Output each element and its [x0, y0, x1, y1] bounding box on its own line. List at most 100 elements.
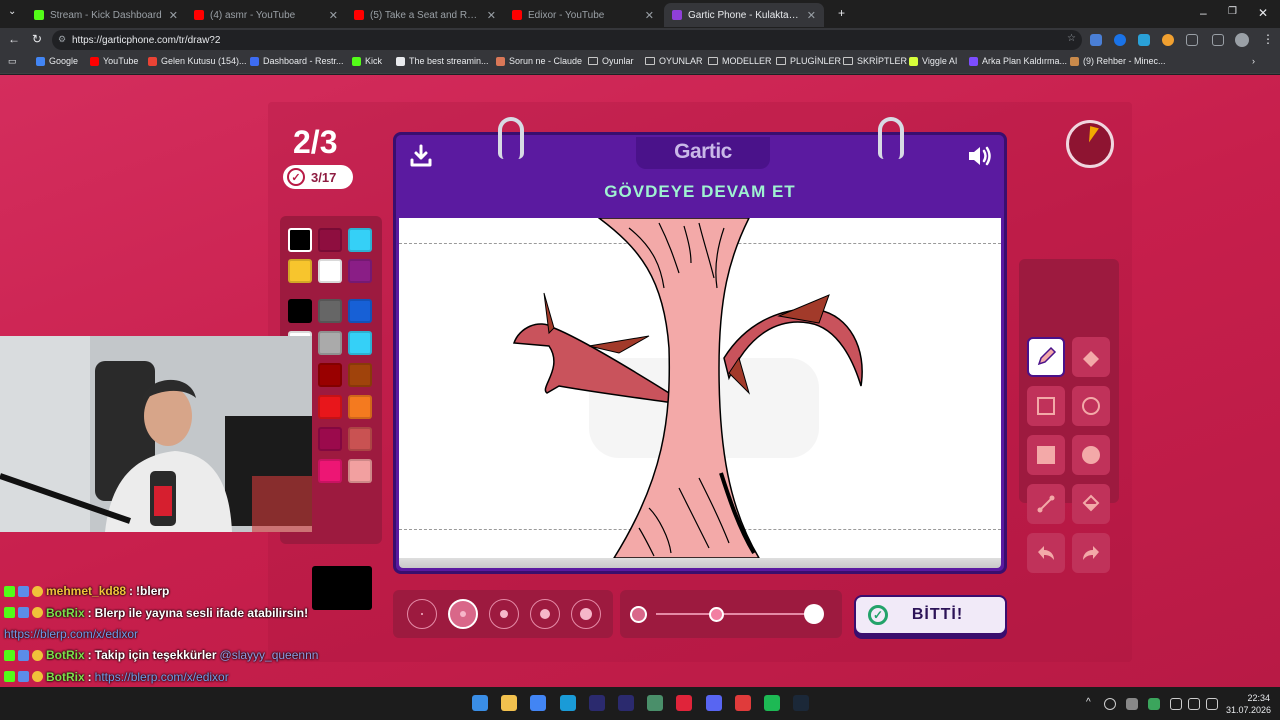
bucket-tool-button[interactable]: [1072, 484, 1110, 524]
back-button[interactable]: ←: [8, 32, 20, 46]
opera-icon[interactable]: [676, 695, 693, 711]
circle-fill-tool-button[interactable]: [1072, 435, 1110, 475]
color-swatch[interactable]: [318, 228, 342, 252]
color-swatch[interactable]: [288, 228, 312, 252]
chat-username[interactable]: BotRix: [46, 648, 85, 662]
circle-outline-tool-button[interactable]: [1072, 386, 1110, 426]
obs-icon[interactable]: [734, 695, 751, 711]
system-clock[interactable]: 22:34 31.07.2026: [1226, 692, 1271, 716]
bookmark-item[interactable]: Kick: [352, 56, 382, 66]
browser-tab[interactable]: Edixor - YouTube ✕: [504, 3, 662, 27]
bookmark-item[interactable]: The best streamin...: [396, 56, 489, 66]
extension-icon[interactable]: [1162, 34, 1174, 46]
eraser-tool-button[interactable]: [1072, 337, 1110, 377]
color-swatch[interactable]: [288, 299, 312, 323]
opacity-track[interactable]: [656, 613, 806, 615]
bookmark-folder[interactable]: OYUNLAR: [645, 56, 703, 66]
url-input[interactable]: ⚙ https://garticphone.com/tr/draw?2 ☆: [52, 30, 1082, 50]
color-swatch[interactable]: [348, 331, 372, 355]
reload-button[interactable]: ↻: [32, 32, 42, 46]
settings-app-icon[interactable]: [647, 695, 664, 711]
browser-tab[interactable]: (5) Take a Seat and Relax | Angelo ✕: [346, 3, 504, 27]
brush-size-button[interactable]: [530, 599, 560, 629]
bookmark-item[interactable]: (9) Rehber - Minec...: [1070, 56, 1166, 66]
color-swatch[interactable]: [348, 427, 372, 451]
brush-size-button[interactable]: [407, 599, 437, 629]
side-panel-icon[interactable]: [1212, 34, 1224, 46]
steam-icon[interactable]: [793, 695, 810, 711]
color-swatch[interactable]: [288, 259, 312, 283]
bookmark-item[interactable]: YouTube: [90, 56, 138, 66]
headset-icon[interactable]: [1104, 698, 1116, 710]
chat-mention[interactable]: @slayyy_queennn: [220, 648, 319, 662]
color-swatch[interactable]: [318, 299, 342, 323]
browser-tab[interactable]: (4) asmr - YouTube ✕: [186, 3, 346, 27]
brush-size-button[interactable]: [448, 599, 478, 629]
discord-icon[interactable]: [705, 695, 722, 711]
color-swatch[interactable]: [348, 395, 372, 419]
bookmark-folder[interactable]: MODELLER: [708, 56, 772, 66]
rectangle-fill-tool-button[interactable]: [1027, 435, 1065, 475]
browser-menu-icon[interactable]: ⋮: [1262, 32, 1274, 46]
color-swatch[interactable]: [348, 299, 372, 323]
browser-tab[interactable]: Gartic Phone - Kulaktan Kulağa ✕: [664, 3, 824, 27]
microphone-icon[interactable]: [1170, 698, 1182, 710]
close-tab-icon[interactable]: ✕: [645, 9, 654, 22]
bookmark-item[interactable]: Gelen Kutusu (154)...: [148, 56, 247, 66]
more-bookmarks-icon[interactable]: ›: [1252, 56, 1255, 66]
file-explorer-icon[interactable]: [501, 695, 518, 711]
reading-list-icon[interactable]: ▭: [8, 56, 17, 67]
bookmark-star-icon[interactable]: ☆: [1067, 33, 1076, 44]
drawing-canvas[interactable]: [399, 218, 1001, 558]
tray-overflow-icon[interactable]: ^: [1086, 697, 1091, 708]
chat-username[interactable]: mehmet_kd88: [46, 584, 126, 598]
new-tab-button[interactable]: +: [838, 6, 845, 20]
done-button[interactable]: ✓ BİTTİ!: [854, 595, 1007, 635]
spotify-icon[interactable]: [764, 695, 780, 711]
redo-tool-button[interactable]: [1072, 533, 1110, 573]
opacity-slider-handle[interactable]: [709, 607, 724, 622]
chat-link[interactable]: https://blerp.com/x/edixor: [4, 627, 138, 641]
close-tab-icon[interactable]: ✕: [169, 9, 178, 22]
extension-icon[interactable]: [1114, 34, 1126, 46]
opacity-slider[interactable]: [620, 590, 842, 638]
bookmark-item[interactable]: Viggle AI: [909, 56, 957, 66]
browser-tab[interactable]: Stream - Kick Dashboard ✕: [26, 3, 186, 27]
color-swatch[interactable]: [348, 228, 372, 252]
color-swatch[interactable]: [348, 363, 372, 387]
edge-icon[interactable]: [559, 695, 576, 711]
pencil-tool-button[interactable]: [1027, 337, 1065, 377]
color-swatch[interactable]: [348, 259, 372, 283]
extension-icon[interactable]: [1138, 34, 1150, 46]
bookmark-item[interactable]: Arka Plan Kaldırma...: [969, 56, 1067, 66]
profile-avatar[interactable]: [1235, 33, 1249, 47]
bookmark-item[interactable]: Sorun ne - Claude: [496, 56, 582, 66]
line-tool-button[interactable]: [1027, 484, 1065, 524]
rectangle-outline-tool-button[interactable]: [1027, 386, 1065, 426]
color-swatch[interactable]: [318, 395, 342, 419]
color-swatch[interactable]: [318, 427, 342, 451]
download-icon[interactable]: [408, 143, 434, 169]
premiere-icon[interactable]: [588, 695, 605, 711]
color-swatch[interactable]: [318, 259, 342, 283]
minimize-button[interactable]: –: [1200, 6, 1207, 20]
close-tab-icon[interactable]: ✕: [487, 9, 496, 22]
extensions-puzzle-icon[interactable]: [1186, 34, 1198, 46]
sound-icon[interactable]: [966, 143, 994, 169]
color-swatch[interactable]: [348, 459, 372, 483]
bookmark-item[interactable]: Google: [36, 56, 78, 66]
bookmark-folder[interactable]: Oyunlar: [588, 56, 634, 66]
chat-username[interactable]: BotRix: [46, 670, 85, 684]
volume-icon[interactable]: [1206, 698, 1218, 710]
undo-tool-button[interactable]: [1027, 533, 1065, 573]
bookmark-folder[interactable]: SKRİPTLER: [843, 56, 907, 66]
chrome-icon[interactable]: [530, 695, 547, 711]
chat-username[interactable]: BotRix: [46, 606, 85, 620]
network-icon[interactable]: [1188, 698, 1200, 710]
tab-search-icon[interactable]: ⌄: [8, 6, 16, 17]
close-window-button[interactable]: ✕: [1258, 6, 1268, 20]
bookmark-item[interactable]: Dashboard - Restr...: [250, 56, 344, 66]
color-swatch[interactable]: [318, 363, 342, 387]
brush-size-button[interactable]: [571, 599, 601, 629]
translate-extension-icon[interactable]: [1090, 34, 1102, 46]
